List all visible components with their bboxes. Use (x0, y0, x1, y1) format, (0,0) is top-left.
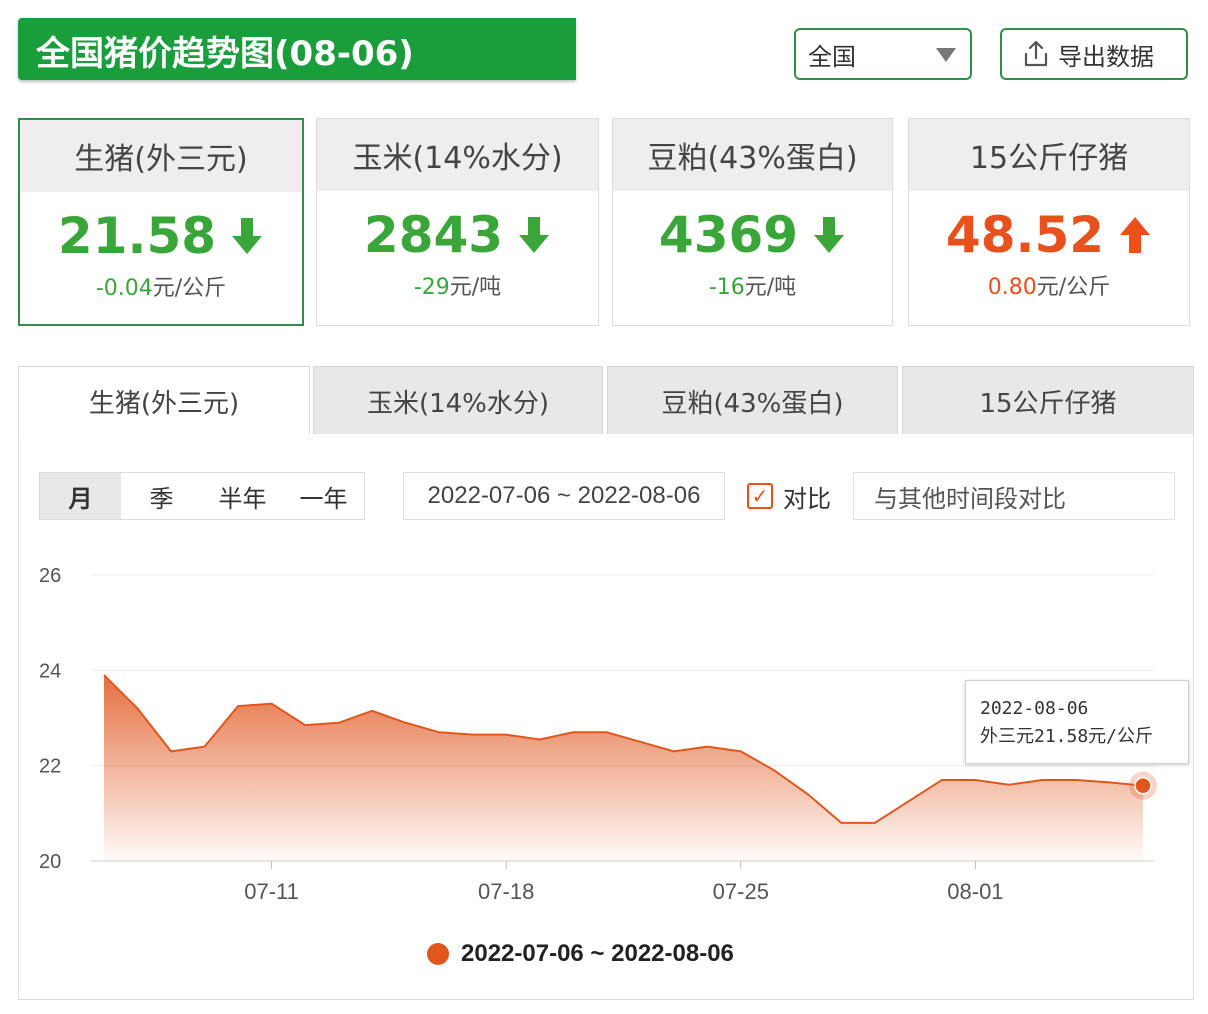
compare-label: 对比 (783, 484, 831, 513)
export-icon (1024, 40, 1048, 67)
tab-soymeal[interactable]: 豆粕(43%蛋白) (607, 366, 898, 436)
chart-legend[interactable]: 2022-07-06 ~ 2022-08-06 (427, 940, 734, 968)
price-trend-chart: 20 22 24 26 07-11 07-18 07-25 08-01 (39, 565, 1157, 904)
compare-period-input[interactable]: 与其他时间段对比 (853, 472, 1175, 520)
chart-tabs: 生猪(外三元) 玉米(14%水分) 豆粕(43%蛋白) 15公斤仔猪 (18, 366, 1194, 436)
y-tick-label: 24 (39, 660, 61, 682)
card-unit: 元/公斤 (152, 276, 227, 301)
y-tick-label: 22 (39, 756, 61, 778)
card-value: 4369 (658, 206, 799, 264)
tab-corn[interactable]: 玉米(14%水分) (313, 366, 603, 436)
date-range-picker[interactable]: 2022-07-06 ~ 2022-08-06 (403, 472, 725, 520)
tab-piglet[interactable]: 15公斤仔猪 (902, 366, 1194, 436)
card-unit: 元/吨 (449, 275, 502, 300)
tooltip-value: 外三元21.58元/公斤 (980, 726, 1154, 747)
arrow-up-icon (1120, 217, 1151, 253)
range-half-year-button[interactable]: 半年 (202, 473, 283, 519)
arrow-down-icon (232, 218, 263, 254)
x-tick-label: 08-01 (947, 879, 1003, 904)
card-value: 21.58 (57, 207, 217, 265)
card-piglet[interactable]: 15公斤仔猪 48.52 0.80元/公斤 (908, 118, 1190, 326)
x-tick-label: 07-11 (244, 879, 299, 904)
page-title: 全国猪价趋势图(08-06) (36, 34, 414, 74)
arrow-down-icon (814, 217, 845, 253)
chart-panel: 月 季 半年 一年 2022-07-06 ~ 2022-08-06 ✓ 对比 与… (18, 434, 1194, 1000)
range-quarter-button[interactable]: 季 (121, 473, 202, 519)
card-unit: 元/公斤 (1036, 275, 1111, 300)
export-data-label: 导出数据 (1058, 42, 1154, 71)
tab-live-hog[interactable]: 生猪(外三元) (18, 366, 310, 436)
region-select[interactable]: 全国 (794, 28, 972, 80)
card-corn[interactable]: 玉米(14%水分) 2843 -29元/吨 (316, 118, 599, 326)
y-tick-label: 20 (39, 851, 61, 873)
region-select-value: 全国 (808, 42, 856, 71)
x-tick-label: 07-18 (478, 879, 534, 904)
card-soymeal[interactable]: 豆粕(43%蛋白) 4369 -16元/吨 (612, 118, 893, 326)
card-value: 48.52 (945, 206, 1105, 264)
range-month-button[interactable]: 月 (40, 473, 121, 519)
card-title: 玉米(14%水分) (317, 119, 598, 191)
card-title: 生猪(外三元) (20, 120, 302, 192)
legend-label: 2022-07-06 ~ 2022-08-06 (461, 940, 734, 967)
x-tick-label: 07-25 (713, 879, 769, 904)
card-value: 2843 (363, 206, 504, 264)
card-change: -29 (413, 275, 450, 300)
y-tick-label: 26 (39, 565, 61, 587)
card-unit: 元/吨 (744, 275, 797, 300)
range-buttons: 月 季 半年 一年 (39, 472, 365, 520)
card-live-hog[interactable]: 生猪(外三元) 21.58 -0.04元/公斤 (18, 118, 304, 326)
range-year-button[interactable]: 一年 (283, 473, 364, 519)
compare-toggle[interactable]: ✓ 对比 (747, 472, 831, 520)
arrow-down-icon (519, 217, 550, 253)
title-banner: 全国猪价趋势图(08-06) (18, 18, 576, 80)
card-title: 豆粕(43%蛋白) (613, 119, 892, 191)
card-title: 15公斤仔猪 (909, 119, 1189, 191)
card-change: -16 (708, 275, 745, 300)
card-change: 0.80 (987, 275, 1037, 300)
chart-tooltip: 2022-08-06 外三元21.58元/公斤 (965, 680, 1189, 764)
chevron-down-icon (936, 48, 956, 62)
card-change: -0.04 (95, 276, 153, 301)
price-cards: 生猪(外三元) 21.58 -0.04元/公斤 玉米(14%水分) 2843 -… (18, 118, 1190, 328)
export-data-button[interactable]: 导出数据 (1000, 28, 1188, 80)
tooltip-date: 2022-08-06 (980, 698, 1089, 719)
legend-marker (427, 943, 449, 965)
highlight-data-point[interactable] (1134, 776, 1152, 795)
checkbox-checked-icon[interactable]: ✓ (747, 483, 773, 509)
